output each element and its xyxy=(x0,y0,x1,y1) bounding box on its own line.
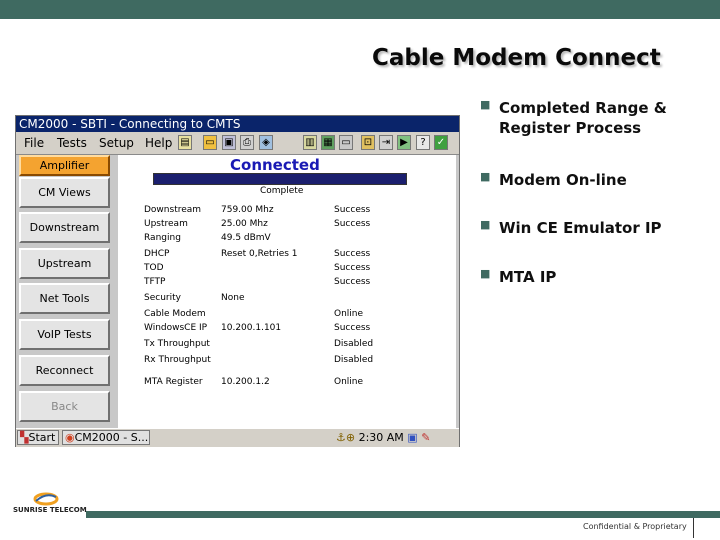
menu-tests[interactable]: Tests xyxy=(57,134,87,152)
sidebar: Amplifier CM Views Downstream Upstream N… xyxy=(16,155,116,428)
play-icon[interactable]: ▶ xyxy=(397,135,411,150)
row-label: Ranging xyxy=(144,233,181,243)
footer-divider xyxy=(693,518,694,538)
menu-setup[interactable]: Setup xyxy=(99,134,134,152)
sidebar-upstream-button[interactable]: Upstream xyxy=(19,248,110,279)
save-icon[interactable]: ▣ xyxy=(222,135,236,150)
bullet-square-icon: ■ xyxy=(480,98,491,111)
row-status: Success xyxy=(334,277,371,287)
sidebar-downstream-button[interactable]: Downstream xyxy=(19,212,110,243)
sidebar-cm-views-button[interactable]: CM Views xyxy=(19,177,110,208)
tray-icons: ⚓⊕ xyxy=(336,431,356,444)
row-label: TFTP xyxy=(144,277,166,287)
bullet-text: Win CE Emulator IP xyxy=(499,219,662,237)
results-panel: Connected Complete Downstream 759.00 Mhz… xyxy=(118,155,456,428)
network-icon[interactable]: ◈ xyxy=(259,135,273,150)
window-title: CM2000 - SBTI - Connecting to CMTS xyxy=(16,116,459,132)
row-status: Success xyxy=(334,323,371,333)
sidebar-back-button[interactable]: Back xyxy=(19,391,110,422)
sidebar-net-tools-button[interactable]: Net Tools xyxy=(19,283,110,314)
bullet-square-icon: ■ xyxy=(480,218,491,231)
desktop-icon[interactable]: ▣ xyxy=(407,431,417,444)
export-icon[interactable]: ⇥ xyxy=(379,135,393,150)
sidebar-reconnect-button[interactable]: Reconnect xyxy=(19,355,110,386)
menu-help[interactable]: Help xyxy=(145,134,172,152)
row-status: Success xyxy=(334,219,371,229)
row-value: 25.00 Mhz xyxy=(221,219,268,229)
confidential-label: Confidential & Proprietary xyxy=(583,522,687,531)
row-value: Reset 0,Retries 1 xyxy=(221,249,298,259)
row-label: Rx Throughput xyxy=(144,355,211,365)
bullet-square-icon: ■ xyxy=(480,170,491,183)
open-icon[interactable]: ▤ xyxy=(178,135,192,150)
pen-icon[interactable]: ✎ xyxy=(421,431,430,444)
row-status: Success xyxy=(334,249,371,259)
progress-bar xyxy=(153,173,407,185)
row-value: 10.200.1.2 xyxy=(221,377,270,387)
row-status: Disabled xyxy=(334,339,374,349)
app-window: CM2000 - SBTI - Connecting to CMTS File … xyxy=(15,115,460,447)
lock-icon[interactable]: ⊡ xyxy=(361,135,375,150)
row-label: MTA Register xyxy=(144,377,203,387)
connection-status-heading: Connected xyxy=(230,156,320,174)
row-status: Success xyxy=(334,263,371,273)
row-value: 759.00 Mhz xyxy=(221,205,274,215)
menu-file[interactable]: File xyxy=(24,134,44,152)
logo-text: SUNRISE TELECOM xyxy=(13,506,87,514)
row-value: 49.5 dBmV xyxy=(221,233,271,243)
bullet-item: ■ Completed Range & Register Process xyxy=(480,98,710,138)
info-icon[interactable]: ? xyxy=(416,135,430,150)
bullet-text: Modem On-line xyxy=(499,171,627,189)
bullet-item: ■ Win CE Emulator IP xyxy=(480,218,710,238)
row-label: DHCP xyxy=(144,249,170,259)
app-icon: ◉ xyxy=(65,431,75,444)
clock-time: 2:30 AM xyxy=(358,431,404,444)
sidebar-amplifier-button[interactable]: Amplifier xyxy=(19,155,110,176)
bullet-square-icon: ■ xyxy=(480,267,491,280)
top-accent-bar xyxy=(0,0,720,19)
bullet-text: MTA IP xyxy=(499,268,557,286)
row-label: Upstream xyxy=(144,219,188,229)
taskbar: ▚Start ◉CM2000 - S... ⚓⊕ 2:30 AM ▣ ✎ xyxy=(16,428,459,447)
bullet-text: Completed Range & Register Process xyxy=(499,99,667,137)
row-status: Disabled xyxy=(334,355,374,365)
chart-icon[interactable]: ▥ xyxy=(303,135,317,150)
progress-label: Complete xyxy=(260,186,304,196)
taskbar-app-button[interactable]: ◉CM2000 - S... xyxy=(62,430,150,445)
modem-icon[interactable]: ▭ xyxy=(339,135,353,150)
row-label: Security xyxy=(144,293,181,303)
row-label: TOD xyxy=(144,263,164,273)
sidebar-voip-tests-button[interactable]: VoIP Tests xyxy=(19,319,110,350)
bullet-item: ■ MTA IP xyxy=(480,267,710,287)
folder-icon[interactable]: ▭ xyxy=(203,135,217,150)
start-button[interactable]: ▚Start xyxy=(17,430,59,445)
row-label: Cable Modem xyxy=(144,309,206,319)
footer-bar xyxy=(86,511,720,518)
config-icon[interactable]: ▦ xyxy=(321,135,335,150)
row-label: WindowsCE IP xyxy=(144,323,208,333)
row-status: Online xyxy=(334,309,364,319)
menu-bar: File Tests Setup Help ▤ ▭ ▣ ⎙ ◈ ▥ ▦ ▭ ⊡ … xyxy=(16,132,459,155)
row-status: Success xyxy=(334,205,371,215)
exit-icon[interactable]: ✓ xyxy=(434,135,448,150)
start-label: Start xyxy=(28,431,56,444)
slide-title: Cable Modem Connect xyxy=(372,45,661,71)
taskbar-clock: ⚓⊕ 2:30 AM ▣ ✎ xyxy=(336,431,430,444)
row-value: 10.200.1.101 xyxy=(221,323,282,333)
taskbar-app-label: CM2000 - S... xyxy=(74,431,149,444)
row-label: Downstream xyxy=(144,205,202,215)
row-value: None xyxy=(221,293,245,303)
bullet-item: ■ Modem On-line xyxy=(480,170,710,190)
row-label: Tx Throughput xyxy=(144,339,210,349)
print-icon[interactable]: ⎙ xyxy=(240,135,254,150)
row-status: Online xyxy=(334,377,364,387)
